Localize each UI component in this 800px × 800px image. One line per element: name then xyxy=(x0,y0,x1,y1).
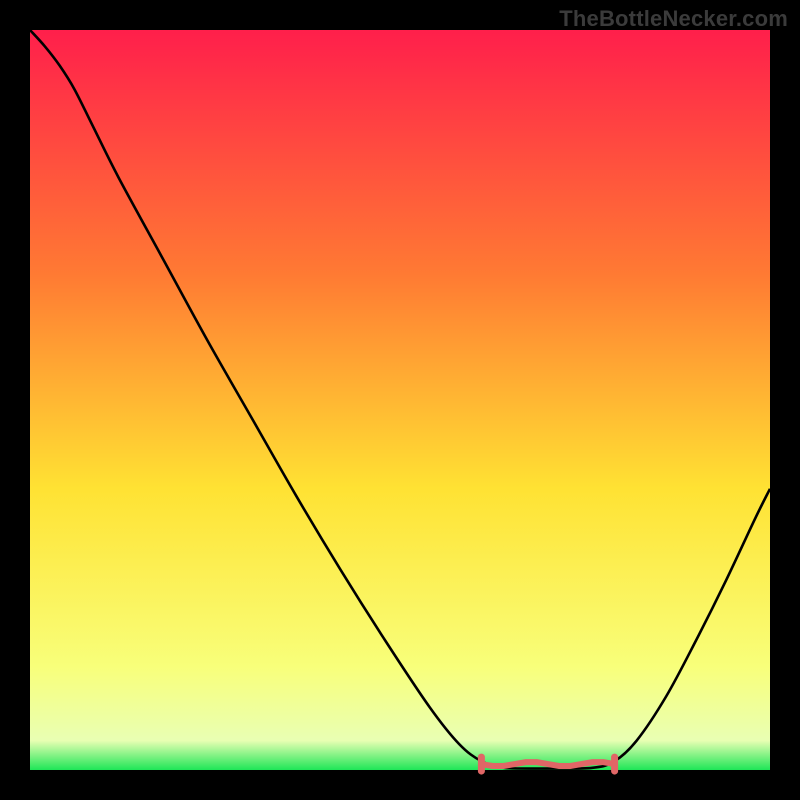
attribution-text: TheBottleNecker.com xyxy=(559,6,788,32)
plot-background xyxy=(30,30,770,770)
bottleneck-chart xyxy=(0,0,800,800)
